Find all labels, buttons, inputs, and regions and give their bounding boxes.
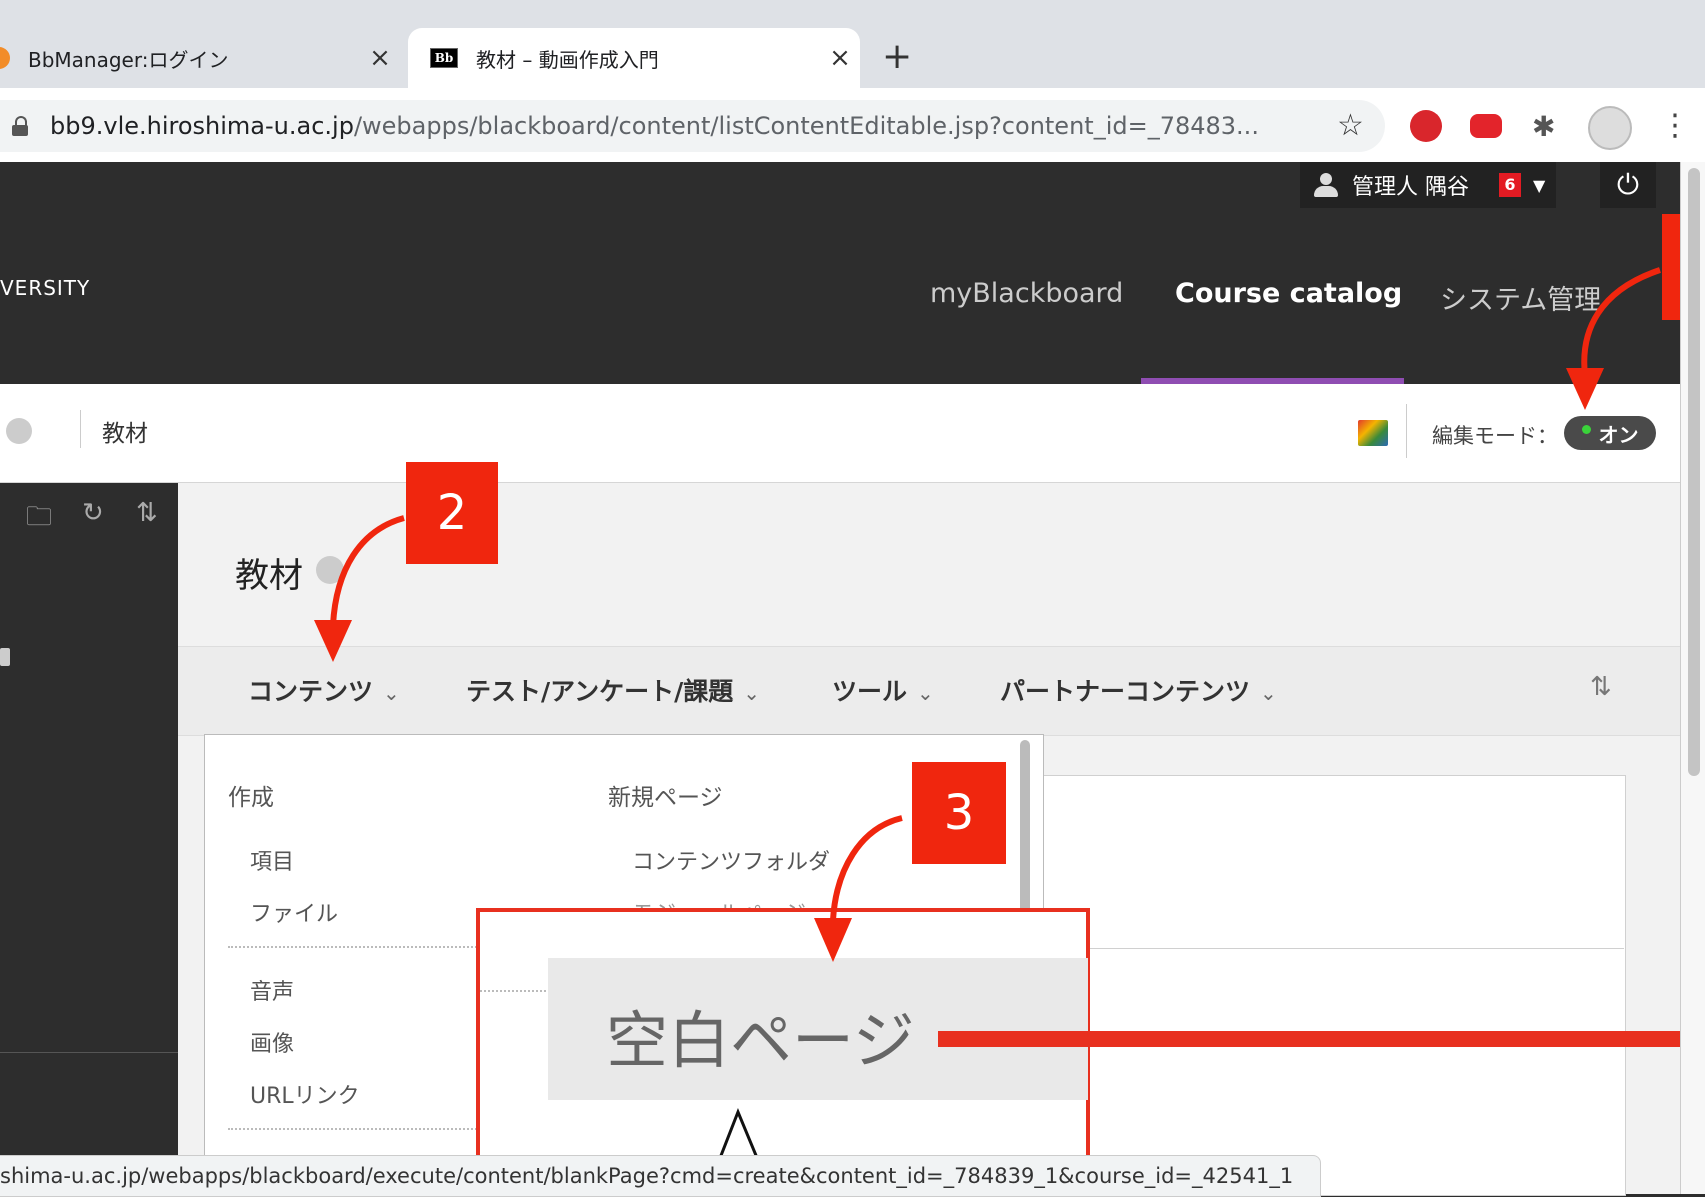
status-url-text: shima-u.ac.jp/webapps/blackboard/execute… (0, 1164, 1294, 1188)
divider (0, 1052, 178, 1053)
page-title: 教材 (235, 556, 303, 596)
breadcrumb-menu-icon[interactable] (6, 418, 32, 444)
logout-power-icon[interactable]: ⏻ (1600, 162, 1656, 208)
university-logo-text: VERSITY (0, 276, 91, 300)
divider (1406, 404, 1407, 458)
tools-button[interactable]: ツール ⌄ (832, 672, 934, 708)
user-menu-button[interactable]: 管理人 隅谷 6 ▼ (1300, 162, 1556, 208)
test-survey-assignment-button[interactable]: テスト/アンケート/課題 ⌄ (466, 672, 760, 708)
action-label: テスト/アンケート/課題 (466, 677, 734, 706)
dropdown-heading-create: 作成 (228, 785, 274, 811)
sort-icon[interactable]: ⇅ (1590, 672, 1612, 702)
divider (1040, 948, 1624, 949)
action-label: コンテンツ (248, 677, 374, 706)
edit-mode-value: オン (1598, 422, 1639, 447)
user-name: 管理人 隅谷 (1352, 175, 1469, 200)
breadcrumb[interactable]: 教材 (102, 414, 148, 448)
nav-myblackboard[interactable]: myBlackboard (930, 278, 1123, 309)
nav-course-catalog[interactable]: Course catalog (1175, 278, 1402, 309)
reorder-icon[interactable]: ⇅ (136, 498, 158, 528)
tab-bbmanager-login[interactable]: BbManager:ログイン × (0, 28, 400, 88)
tab-course-material[interactable]: Bb 教材 – 動画作成入門 × (408, 28, 860, 88)
chevron-down-icon: ⌄ (383, 681, 400, 705)
divider (228, 1128, 488, 1130)
chevron-down-icon: ⌄ (917, 681, 934, 705)
blank-page-label: 空白ページ (606, 1004, 915, 1077)
blackboard-favicon-icon: Bb (430, 48, 458, 68)
extensions-puzzle-icon[interactable]: ✱ (1532, 110, 1564, 143)
scrollbar-thumb[interactable] (1688, 168, 1700, 776)
chevron-down-icon: ⌄ (743, 681, 761, 705)
divider (480, 990, 546, 992)
extension-red-icon[interactable] (1410, 110, 1442, 142)
action-label: ツール (832, 677, 908, 706)
user-icon (1314, 173, 1338, 197)
new-tab-plus-icon[interactable]: + (882, 36, 912, 77)
edit-icon[interactable] (0, 648, 10, 666)
close-icon[interactable]: × (360, 43, 400, 73)
extension-video-icon[interactable] (1470, 114, 1502, 138)
step-tag-3: 3 (912, 762, 1006, 864)
callout-connector-line (938, 1031, 1705, 1047)
step-tag-2: 2 (406, 462, 498, 564)
content-item-panel (1040, 775, 1626, 1196)
menu-item-url-link[interactable]: URLリンク (250, 1078, 360, 1110)
divider (80, 410, 81, 448)
partner-content-button[interactable]: パートナーコンテンツ ⌄ (1000, 672, 1277, 708)
breadcrumb-bar (0, 384, 1680, 483)
refresh-icon[interactable]: ↻ (82, 498, 104, 528)
close-icon[interactable]: × (820, 43, 860, 73)
status-bar-url: shima-u.ac.jp/webapps/blackboard/execute… (0, 1155, 1321, 1197)
url-path: /webapps/blackboard/content/listContentE… (353, 112, 1259, 140)
dropdown-heading-new-page: 新規ページ (608, 785, 723, 811)
edit-mode-label: 編集モード： (1432, 424, 1558, 448)
folder-icon[interactable]: 🗀 (26, 498, 52, 542)
orange-favicon-icon (0, 47, 10, 69)
bookmark-star-icon[interactable]: ☆ (1337, 108, 1364, 143)
content-menu-button[interactable]: コンテンツ ⌄ (248, 672, 400, 708)
menu-item-image[interactable]: 画像 (250, 1026, 294, 1058)
edit-mode-toggle[interactable]: オン (1564, 416, 1656, 450)
course-sidebar (0, 483, 178, 1194)
caret-down-icon: ▼ (1533, 175, 1546, 195)
tab-title: BbManager:ログイン (28, 47, 229, 72)
title-options-icon[interactable] (316, 556, 344, 584)
dropdown-scrollbar[interactable] (1020, 740, 1030, 920)
tab-title: 教材 – 動画作成入門 (476, 47, 659, 72)
nav-system-admin[interactable]: システム管理 (1440, 278, 1601, 317)
menu-item-file[interactable]: ファイル (250, 896, 338, 928)
address-bar[interactable]: bb9.vle.hiroshima-u.ac.jp/webapps/blackb… (0, 100, 1385, 152)
divider (228, 946, 488, 948)
lock-icon[interactable] (12, 116, 28, 136)
action-label: パートナーコンテンツ (1000, 677, 1251, 706)
menu-item-content-folder[interactable]: コンテンツフォルダ (632, 844, 830, 876)
url-host: bb9.vle.hiroshima-u.ac.jp (50, 112, 354, 140)
url-text: bb9.vle.hiroshima-u.ac.jp/webapps/blackb… (50, 112, 1300, 140)
page-scrollbar[interactable] (1680, 162, 1705, 1194)
browser-menu-icon[interactable]: ⋮ (1660, 108, 1690, 143)
menu-item-audio[interactable]: 音声 (250, 974, 294, 1006)
chevron-down-icon: ⌄ (1260, 681, 1277, 705)
status-dot-icon (1581, 424, 1591, 434)
color-palette-icon[interactable] (1358, 420, 1388, 446)
profile-avatar-icon[interactable] (1588, 106, 1632, 150)
menu-item-item[interactable]: 項目 (250, 844, 294, 876)
notification-badge: 6 (1499, 173, 1521, 197)
